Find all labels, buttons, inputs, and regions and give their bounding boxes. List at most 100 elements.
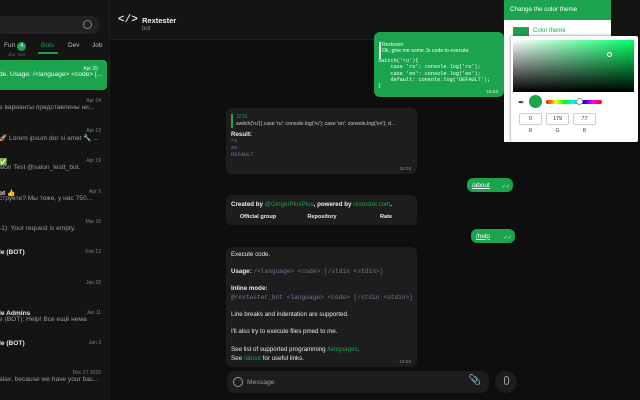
hue-slider-thumb[interactable] xyxy=(576,98,583,105)
blue-value-input[interactable]: 77 xyxy=(573,113,596,125)
incoming-result-message[interactable]: JZJS switch('ru'){ case 'ru': console.lo… xyxy=(226,108,417,174)
paperclip-icon[interactable]: 📎 xyxy=(469,376,481,386)
about-command-link[interactable]: /about xyxy=(244,355,261,362)
author-link[interactable]: @GingerPlusPlus xyxy=(265,201,314,208)
chat-list-item[interactable]: alax, because we have your bac... Dec 27 … xyxy=(0,362,109,392)
tab-fun[interactable]: Fun 4 xyxy=(4,42,27,51)
command-link[interactable]: /help xyxy=(476,233,490,240)
chat-list-item[interactable]: -1): Your request is empty. Mar 16 xyxy=(0,211,109,241)
outgoing-about-command[interactable]: /about ✓✓ xyxy=(467,178,513,192)
chat-list-item[interactable]: le Admins e (BOT): Help! Все ещё нема Jan … xyxy=(0,302,109,332)
reply-text: Ok, give me some Js code to execute xyxy=(382,48,469,54)
chat-list-item[interactable]: е варианты представлены ни... Apr 24 xyxy=(0,90,109,120)
chat-list-item[interactable]: de. Usage: /<language> <code> [... Apr 25 xyxy=(0,60,107,90)
chat-date: Apr 24 xyxy=(86,98,101,104)
chat-date: Apr 19 xyxy=(86,158,101,164)
chat-snippet: струете? Мы тоже, у нас 750... xyxy=(0,195,93,202)
hue-slider[interactable] xyxy=(546,100,602,104)
reply-author: JZJS xyxy=(236,114,248,120)
repository-button[interactable]: Repository xyxy=(291,210,353,225)
green-label: G xyxy=(555,128,560,134)
chat-list-item[interactable]: le (BOT) Feb 13 xyxy=(0,241,109,271)
tab-dev[interactable]: Dev xyxy=(68,42,80,49)
chat-status: bot xyxy=(142,26,151,32)
official-group-button[interactable]: Official group xyxy=(227,210,289,225)
command-link[interactable]: /about xyxy=(472,182,490,189)
help-inline-code: @rextester_bot <language> <code> [/stdin… xyxy=(231,294,413,301)
chat-snippet: de. Usage: /<language> <code> [... xyxy=(0,71,103,78)
outgoing-help-command[interactable]: /help ✓✓ xyxy=(471,229,515,243)
read-ticks-icon: ✓✓ xyxy=(503,235,512,241)
chat-list-item[interactable]: ✅alon Test @salon_testt_bot.Apr 19 xyxy=(0,150,109,180)
chat-date: Mar 16 xyxy=(85,219,101,225)
help-line: I'll also try to execute files pmed to m… xyxy=(231,328,338,335)
message-time: 16:03 xyxy=(399,359,412,364)
chat-date: Jan 11 xyxy=(86,310,101,316)
chat-snippet-peek: @p_rpjj] xyxy=(8,52,25,56)
chat-date: Apr 5 xyxy=(89,189,101,195)
red-label: R xyxy=(528,128,533,134)
tab-job[interactable]: Job xyxy=(92,42,102,49)
code-icon[interactable]: </> xyxy=(118,13,138,27)
help-about-line: See /about for useful links. xyxy=(231,355,304,362)
chat-snippet: 🚀 Lorem ipsum dor si amet 🔧 ... xyxy=(0,135,99,142)
message-time: 16:03 xyxy=(486,89,499,94)
result-line: en xyxy=(231,145,238,151)
green-value-input[interactable]: 179 xyxy=(546,113,569,125)
chat-date: Apr 19 xyxy=(86,128,101,134)
result-output: ru en DEFAULT xyxy=(231,138,254,159)
chat-snippet: alon Test @salon_testt_bot. xyxy=(0,164,81,171)
outgoing-code-message[interactable]: Rextester Ok, give me some Js code to ex… xyxy=(374,32,504,97)
tab-bots[interactable]: Bots xyxy=(41,42,54,49)
chat-snippet: е варианты представлены ни... xyxy=(0,104,95,111)
help-languages-line: See list of supported programming /langu… xyxy=(231,346,360,353)
microphone-icon xyxy=(503,376,509,385)
result-line: ru xyxy=(231,138,238,144)
chat-date: Apr 25 xyxy=(83,66,98,72)
help-usage-line: Usage: /<language> <code> [/stdin <stdin… xyxy=(231,268,384,275)
message-input[interactable] xyxy=(247,375,467,389)
message-time: 16:03 xyxy=(399,166,412,171)
chat-list-item[interactable]: le (BOT) Jan 3 xyxy=(0,332,109,362)
site-link[interactable]: rextester.com xyxy=(353,201,390,208)
voice-record-button[interactable] xyxy=(495,371,517,393)
chat-date: Feb 13 xyxy=(85,249,101,255)
chat-snippet: -1): Your request is empty. xyxy=(0,225,76,232)
selected-color-preview xyxy=(529,95,542,108)
color-theme-label: Color theme xyxy=(533,28,566,34)
read-ticks-icon: ✓✓ xyxy=(501,184,510,190)
red-value-input[interactable]: 0 xyxy=(519,113,542,125)
chat-name: le (BOT) xyxy=(0,249,25,256)
search-input[interactable] xyxy=(0,16,100,34)
chat-list-item[interactable]: Jan 28 xyxy=(0,272,109,302)
help-line: Line breaks and indentation are supporte… xyxy=(231,311,349,318)
chat-list-item[interactable]: 🚀 Lorem ipsum dor si amet 🔧 ... Apr 19 xyxy=(0,120,109,150)
theme-panel-header: Change the color theme xyxy=(504,0,611,20)
chat-name: le (BOT) xyxy=(0,340,25,347)
message-composer: 📎 xyxy=(227,371,489,393)
chat-list-sidebar: Fun 4 Bots Dev Job @p_rpjj] de. Usage: /<… xyxy=(0,0,110,400)
eyedropper-icon[interactable]: ✒ xyxy=(518,98,525,107)
about-text: Created by @GingerPlusPlus, powered by r… xyxy=(231,201,393,208)
emoji-icon[interactable] xyxy=(233,377,243,387)
code-block: switch('ru'){ case 'ru': console.log('ru… xyxy=(378,58,491,90)
reply-quote-bar xyxy=(379,42,381,59)
rate-button[interactable]: Rate xyxy=(355,210,417,225)
chat-date: Jan 3 xyxy=(88,340,101,346)
theme-color-swatch[interactable] xyxy=(513,27,529,36)
color-cursor[interactable] xyxy=(607,52,612,57)
help-inline-label: Inline mode: xyxy=(231,285,268,292)
chat-snippet: e (BOT): Help! Все ещё нема xyxy=(0,316,87,323)
chat-title[interactable]: Rextester xyxy=(142,16,176,25)
help-line: Execute code. xyxy=(231,251,271,258)
unread-badge: 4 xyxy=(17,42,27,51)
reply-text: switch('ru'){ case 'ru': console.log('ru… xyxy=(236,121,396,127)
languages-command-link[interactable]: /languages xyxy=(327,346,357,353)
chat-list-item[interactable]: ot 👍 струете? Мы тоже, у нас 750... Apr 5 xyxy=(0,181,109,211)
saturation-value-area[interactable] xyxy=(513,40,634,92)
help-message[interactable]: Execute code. Usage: /<language> <code> … xyxy=(226,247,417,367)
search-icon xyxy=(83,20,92,29)
chat-date: Jan 28 xyxy=(85,280,101,286)
chat-snippet: alax, because we have your bac... xyxy=(0,376,99,383)
result-line: DEFAULT xyxy=(231,152,254,158)
